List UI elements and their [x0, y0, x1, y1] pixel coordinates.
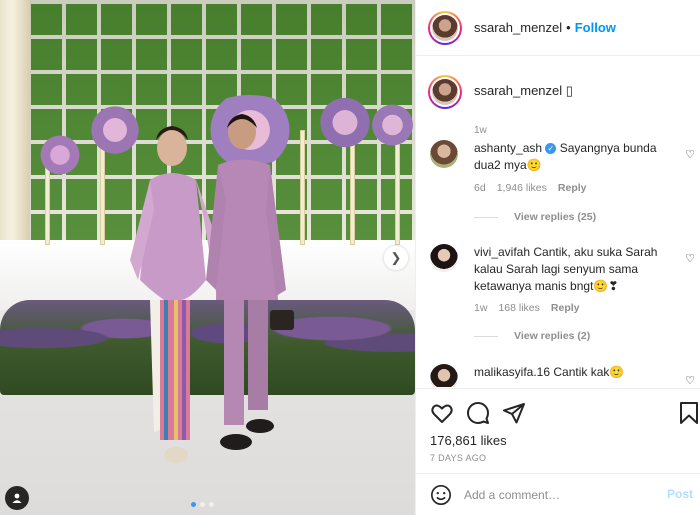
comment-composer: Post [416, 473, 700, 515]
drape [0, 0, 30, 250]
comment-body: ashanty_ash ✓ Sayangnya bunda dua2 mya🙂 [474, 140, 674, 174]
comment-body: malikasyifa.16 Cantik kak🙂 [474, 364, 674, 381]
view-replies-label: View replies (2) [514, 330, 591, 342]
comment-icon[interactable] [466, 401, 490, 425]
author-avatar[interactable] [428, 10, 462, 45]
commenter-avatar[interactable] [430, 364, 458, 387]
comment-likes[interactable]: 168 likes [498, 302, 539, 314]
comment-meta: 6d 1,946 likes Reply [474, 182, 586, 194]
separator-dot: • [566, 20, 571, 35]
view-replies-button[interactable]: View replies (25) [474, 211, 596, 223]
caption-text-row: ssarah_menzel ▯ [474, 83, 573, 99]
tagged-users-button[interactable] [5, 486, 29, 510]
action-bar [430, 401, 698, 425]
couple-figure [130, 114, 294, 463]
post-photo[interactable]: ❯ [0, 0, 415, 515]
comment-like-heart-icon[interactable]: ♡ [685, 252, 695, 265]
comment-item: vivi_avifah Cantik, aku suka Sarah kalau… [430, 244, 695, 344]
flower-arrangement [315, 95, 375, 150]
post-actions: 176,861 likes 7 DAYS AGO Post [416, 388, 700, 515]
caption-username[interactable]: ssarah_menzel [474, 83, 562, 98]
comment-username[interactable]: malikasyifa.16 [474, 365, 550, 379]
commenter-avatar[interactable] [430, 140, 458, 168]
comment-item: ashanty_ash ✓ Sayangnya bunda dua2 mya🙂 … [430, 140, 695, 230]
follow-button[interactable]: Follow [575, 20, 616, 35]
pillar [100, 140, 105, 245]
reply-button[interactable]: Reply [558, 182, 587, 194]
post-header: ssarah_menzel • Follow [416, 0, 700, 56]
comment-username[interactable]: ashanty_ash [474, 141, 542, 155]
flower-arrangement [370, 100, 415, 150]
share-icon[interactable] [502, 401, 526, 425]
comment-time[interactable]: 6d [474, 182, 486, 194]
comment-item: malikasyifa.16 Cantik kak🙂 ♡ [430, 364, 695, 387]
post-comment-button[interactable]: Post [667, 487, 693, 501]
post-timestamp[interactable]: 7 DAYS AGO [430, 453, 486, 463]
carousel-dot [191, 502, 196, 507]
verified-badge-icon: ✓ [545, 143, 557, 155]
author-username[interactable]: ssarah_menzel [474, 20, 562, 35]
add-comment-input[interactable] [464, 485, 654, 505]
view-replies-button[interactable]: View replies (2) [474, 330, 590, 342]
emoji-icon[interactable] [430, 484, 452, 506]
caption-time[interactable]: 1w [474, 125, 487, 136]
caption-text: ▯ [565, 83, 573, 98]
view-replies-label: View replies (25) [514, 211, 597, 223]
flower-arrangement [35, 135, 85, 175]
comments-list[interactable]: ssarah_menzel ▯ 1w ashanty_ash ✓ Sayangn… [416, 57, 700, 387]
user-tag-icon [12, 493, 22, 503]
caption-avatar[interactable] [428, 75, 462, 109]
comment-likes[interactable]: 1,946 likes [497, 182, 547, 194]
comment-meta: 1w 168 likes Reply [474, 302, 579, 314]
comment-like-heart-icon[interactable]: ♡ [685, 148, 695, 161]
comment-time[interactable]: 1w [474, 302, 487, 314]
comment-text: Cantik kak🙂 [553, 365, 625, 379]
next-slide-button[interactable]: ❯ [384, 246, 408, 270]
post-details-panel: ssarah_menzel • Follow ssarah_menzel ▯ 1… [415, 0, 700, 515]
carousel-indicator [191, 502, 214, 507]
carousel-dot [209, 502, 214, 507]
comment-body: vivi_avifah Cantik, aku suka Sarah kalau… [474, 244, 674, 295]
commenter-avatar[interactable] [430, 244, 458, 272]
reply-button[interactable]: Reply [551, 302, 580, 314]
comment-username[interactable]: vivi_avifah [474, 245, 530, 259]
bookmark-icon[interactable] [677, 401, 700, 425]
chevron-right-icon: ❯ [390, 250, 402, 265]
carousel-dot [200, 502, 205, 507]
heart-icon[interactable] [430, 401, 454, 425]
likes-count[interactable]: 176,861 likes [430, 433, 507, 448]
comment-like-heart-icon[interactable]: ♡ [685, 374, 695, 387]
